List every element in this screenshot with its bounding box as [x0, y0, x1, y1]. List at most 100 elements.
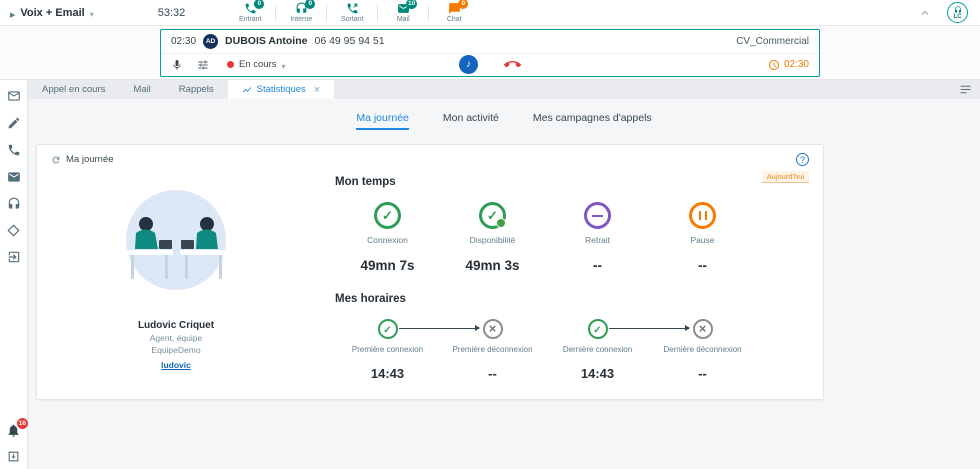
- separator: [275, 5, 276, 21]
- active-call-banner: 02:30 AD DUBOIS Antoine 06 49 95 94 51 C…: [160, 29, 820, 77]
- temps-pause: Pause --: [650, 202, 755, 273]
- tab-rappels[interactable]: Rappels: [165, 80, 228, 99]
- horaire-value: 14:43: [581, 366, 614, 381]
- temps-value: --: [698, 258, 707, 273]
- tab-label: Mail: [133, 84, 150, 95]
- hold-music-button[interactable]: [459, 55, 478, 74]
- temps-label: Connexion: [367, 235, 408, 245]
- interne-label: Interne: [290, 16, 312, 23]
- diamond-quality-icon[interactable]: [7, 224, 20, 237]
- entrant-label: Entrant: [239, 16, 262, 23]
- horaire-value: --: [488, 366, 497, 381]
- agent-name: Ludovic Criquet: [138, 320, 214, 331]
- subtab-ma-journee[interactable]: Ma journée: [356, 112, 409, 130]
- channel-mode-label: Voix + Email: [20, 7, 84, 19]
- audio-settings-button[interactable]: [197, 59, 209, 71]
- agent-role: Agent, équipe: [138, 333, 214, 343]
- subtab-mon-activite[interactable]: Mon activité: [443, 112, 499, 130]
- temps-label: Retrait: [585, 235, 610, 245]
- temps-value: --: [593, 258, 602, 273]
- hangup-phone-icon: [504, 56, 521, 73]
- channel-interne[interactable]: 0 Interne: [280, 2, 322, 23]
- topbar: Voix + Email 53:32 0 Entrant 0 Interne S…: [0, 0, 980, 26]
- call-status-dropdown[interactable]: En cours: [227, 56, 286, 74]
- call-banner-row: 02:30 AD DUBOIS Antoine 06 49 95 94 51 C…: [0, 26, 980, 80]
- mes-horaires-row: Première connexion 14:43 Première déconn…: [335, 319, 755, 381]
- tab-statistiques[interactable]: Statistiques: [228, 80, 335, 99]
- temps-connexion: Connexion 49mn 7s: [335, 202, 440, 273]
- avatar-initials: LC: [954, 14, 962, 20]
- channel-entrant[interactable]: 0 Entrant: [229, 2, 271, 23]
- horaire-value: --: [698, 366, 707, 381]
- subtab-mes-campagnes[interactable]: Mes campagnes d'appels: [533, 112, 652, 130]
- tune-mixer-icon: [197, 59, 209, 71]
- temps-retrait: Retrait --: [545, 202, 650, 273]
- derniere-pair: Dernière connexion 14:43 Dernière déconn…: [545, 319, 755, 381]
- tab-appel-en-cours[interactable]: Appel en cours: [28, 80, 119, 99]
- chevron-down-icon: [90, 4, 94, 22]
- microphone-icon: [171, 59, 183, 71]
- user-avatar[interactable]: LC: [947, 2, 968, 23]
- chat-badge: 0: [458, 0, 468, 9]
- mail-edit-icon[interactable]: [7, 116, 21, 130]
- close-tab-icon[interactable]: [311, 84, 320, 96]
- horaire-label: Dernière connexion: [563, 345, 632, 354]
- mon-temps-title: Mon temps: [335, 176, 755, 188]
- ma-journee-card: Ma journée ? Aujourd'hui: [36, 144, 824, 400]
- mail-schedule-icon[interactable]: [7, 170, 21, 184]
- retrait-minus-icon: [584, 202, 611, 229]
- channel-mode-selector[interactable]: Voix + Email: [10, 4, 94, 22]
- collapse-panel-icon[interactable]: [919, 7, 931, 19]
- sortant-label: Sortant: [341, 16, 364, 23]
- tab-mail[interactable]: Mail: [119, 80, 164, 99]
- channel-mail[interactable]: 10 Mail: [382, 2, 424, 23]
- agent-team: EquipeDemo: [138, 345, 214, 355]
- mes-horaires-title: Mes horaires: [335, 293, 755, 305]
- contact-avatar: AD: [203, 34, 218, 49]
- pause-icon: [689, 202, 716, 229]
- channel-counters: 0 Entrant 0 Interne Sortant 10 Mail 0 Ch…: [229, 2, 475, 23]
- agents-illustration: [101, 188, 251, 296]
- headset-supervision-icon[interactable]: [7, 197, 21, 211]
- temps-value: 49mn 3s: [465, 258, 519, 273]
- refresh-icon[interactable]: [51, 155, 61, 165]
- separator: [326, 5, 327, 21]
- horaire-label: Dernière déconnexion: [663, 345, 741, 354]
- hold-clock-icon: [768, 59, 780, 71]
- channel-chat[interactable]: 0 Chat: [433, 2, 475, 23]
- help-button[interactable]: ?: [796, 153, 809, 166]
- mail-badge: 10: [406, 0, 417, 9]
- call-list-panel-icon[interactable]: [959, 80, 980, 99]
- call-timer: 02:30: [171, 36, 196, 47]
- mute-microphone-button[interactable]: [171, 59, 183, 71]
- line-chart-icon: [242, 85, 252, 95]
- mail-inbox-icon[interactable]: [7, 89, 21, 103]
- x-circle-icon: [483, 319, 503, 339]
- chat-label: Chat: [447, 16, 462, 23]
- card-title: Ma journée: [66, 154, 114, 165]
- chevron-down-icon: [282, 56, 286, 74]
- contact-name: DUBOIS Antoine: [225, 35, 307, 47]
- temps-disponibilite: Disponibilité 49mn 3s: [440, 202, 545, 273]
- notifications-bell-icon[interactable]: 16: [6, 423, 21, 438]
- screen-pop-icon[interactable]: [7, 450, 20, 463]
- agent-login-link[interactable]: ludovic: [161, 360, 191, 370]
- premiere-pair: Première connexion 14:43 Première déconn…: [335, 319, 545, 381]
- temps-label: Pause: [690, 235, 714, 245]
- hangup-button[interactable]: [504, 56, 521, 73]
- arrow-icon: [399, 328, 479, 329]
- check-circle-icon: [378, 319, 398, 339]
- headset-icon: [954, 6, 962, 14]
- horaire-label: Première connexion: [352, 345, 423, 354]
- temps-label: Disponibilité: [470, 235, 516, 245]
- hold-timer: 02:30: [784, 59, 809, 70]
- channel-sortant[interactable]: Sortant: [331, 2, 373, 23]
- campaign-name: CV_Commercial: [736, 36, 809, 47]
- tab-label: Rappels: [179, 84, 214, 95]
- status-dot-icon: [227, 61, 234, 68]
- phone-callback-icon[interactable]: [7, 143, 21, 157]
- stats-subtabs: Ma journée Mon activité Mes campagnes d'…: [28, 112, 980, 130]
- logout-door-icon[interactable]: [7, 250, 21, 264]
- contact-number: 06 49 95 94 51: [314, 35, 384, 47]
- check-circle-icon: [588, 319, 608, 339]
